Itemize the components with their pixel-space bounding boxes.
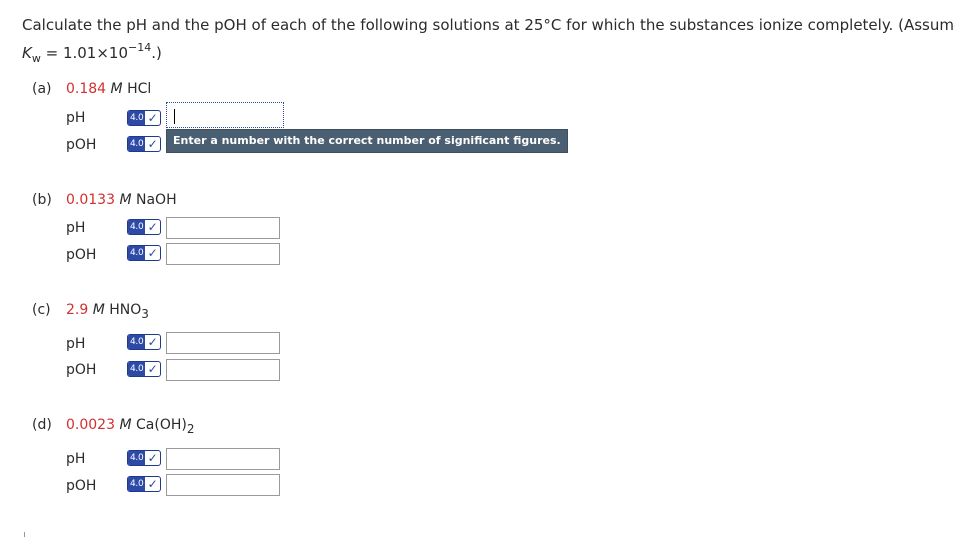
part-letter: (a) (32, 81, 52, 97)
check-icon: ✓ (147, 220, 158, 234)
check-icon: ✓ (147, 246, 158, 260)
version-badge: 4.0 ✓ (127, 361, 161, 377)
concentration: 2.9 (66, 302, 89, 318)
ph-label: pH (66, 220, 86, 236)
poh-label: pOH (66, 362, 97, 378)
kw-symbol: K (22, 44, 32, 62)
text-caret (174, 109, 175, 124)
molarity-unit: M (110, 81, 123, 97)
ph-label: pH (66, 110, 86, 126)
compound: NaOH (136, 192, 177, 208)
version-text: 4.0 (128, 220, 146, 234)
part-letter: (c) (32, 302, 51, 318)
ph-label: pH (66, 451, 86, 467)
version-badge: 4.0 ✓ (127, 476, 161, 492)
concentration: 0.184 (66, 81, 107, 97)
kw-exponent: −14 (128, 41, 152, 54)
check-icon: ✓ (147, 477, 158, 491)
compound-subscript: 2 (186, 421, 195, 436)
poh-label: pOH (66, 247, 97, 263)
kw-expression: Kw = 1.01×10−14.) (22, 37, 162, 70)
version-badge: 4.0 ✓ (127, 334, 161, 350)
kw-subscript: w (31, 52, 41, 65)
version-badge: 4.0 ✓ (127, 110, 161, 126)
part-d-header: (d) 0.0023 M Ca(OH)2 (32, 417, 194, 436)
ph-input[interactable] (166, 332, 280, 354)
molarity-unit: M (92, 302, 105, 318)
sig-fig-tooltip: Enter a number with the correct number o… (166, 129, 568, 153)
part-letter: (b) (32, 192, 52, 208)
part-a-header: (a) 0.184 M HCl (32, 81, 151, 97)
check-icon: ✓ (147, 335, 158, 349)
version-text: 4.0 (128, 335, 146, 349)
check-icon: ✓ (147, 111, 158, 125)
ph-label: pH (66, 336, 86, 352)
kw-value: = 1.01×10 (40, 44, 129, 62)
molarity-unit: M (119, 192, 132, 208)
concentration: 0.0133 (66, 192, 115, 208)
poh-label: pOH (66, 137, 97, 153)
part-letter: (d) (32, 417, 52, 433)
check-icon: ✓ (147, 137, 158, 151)
version-badge: 4.0 ✓ (127, 136, 161, 152)
version-text: 4.0 (128, 137, 146, 151)
poh-label: pOH (66, 478, 97, 494)
concentration: 0.0023 (66, 417, 115, 433)
version-text: 4.0 (128, 451, 146, 465)
ph-input[interactable] (166, 448, 280, 470)
poh-input[interactable] (166, 243, 280, 265)
version-text: 4.0 (128, 246, 146, 260)
version-text: 4.0 (128, 362, 146, 376)
compound: HCl (127, 81, 152, 97)
part-b-header: (b) 0.0133 M NaOH (32, 192, 177, 208)
active-answer-field[interactable] (166, 102, 284, 128)
check-icon: ✓ (147, 362, 158, 376)
kw-end: .) (151, 44, 162, 62)
version-badge: 4.0 ✓ (127, 219, 161, 235)
version-text: 4.0 (128, 477, 146, 491)
page-edge-mark (24, 532, 25, 537)
compound: HNO (109, 302, 142, 318)
version-badge: 4.0 ✓ (127, 245, 161, 261)
check-icon: ✓ (147, 451, 158, 465)
version-text: 4.0 (128, 111, 146, 125)
poh-input[interactable] (166, 474, 280, 496)
poh-input[interactable] (166, 359, 280, 381)
compound: Ca(OH) (136, 417, 187, 433)
version-badge: 4.0 ✓ (127, 450, 161, 466)
compound-subscript: 3 (141, 306, 149, 321)
question-text: Calculate the pH and the pOH of each of … (22, 16, 955, 34)
ph-input[interactable] (166, 217, 280, 239)
part-c-header: (c) 2.9 M HNO3 (32, 302, 149, 321)
molarity-unit: M (119, 417, 132, 433)
